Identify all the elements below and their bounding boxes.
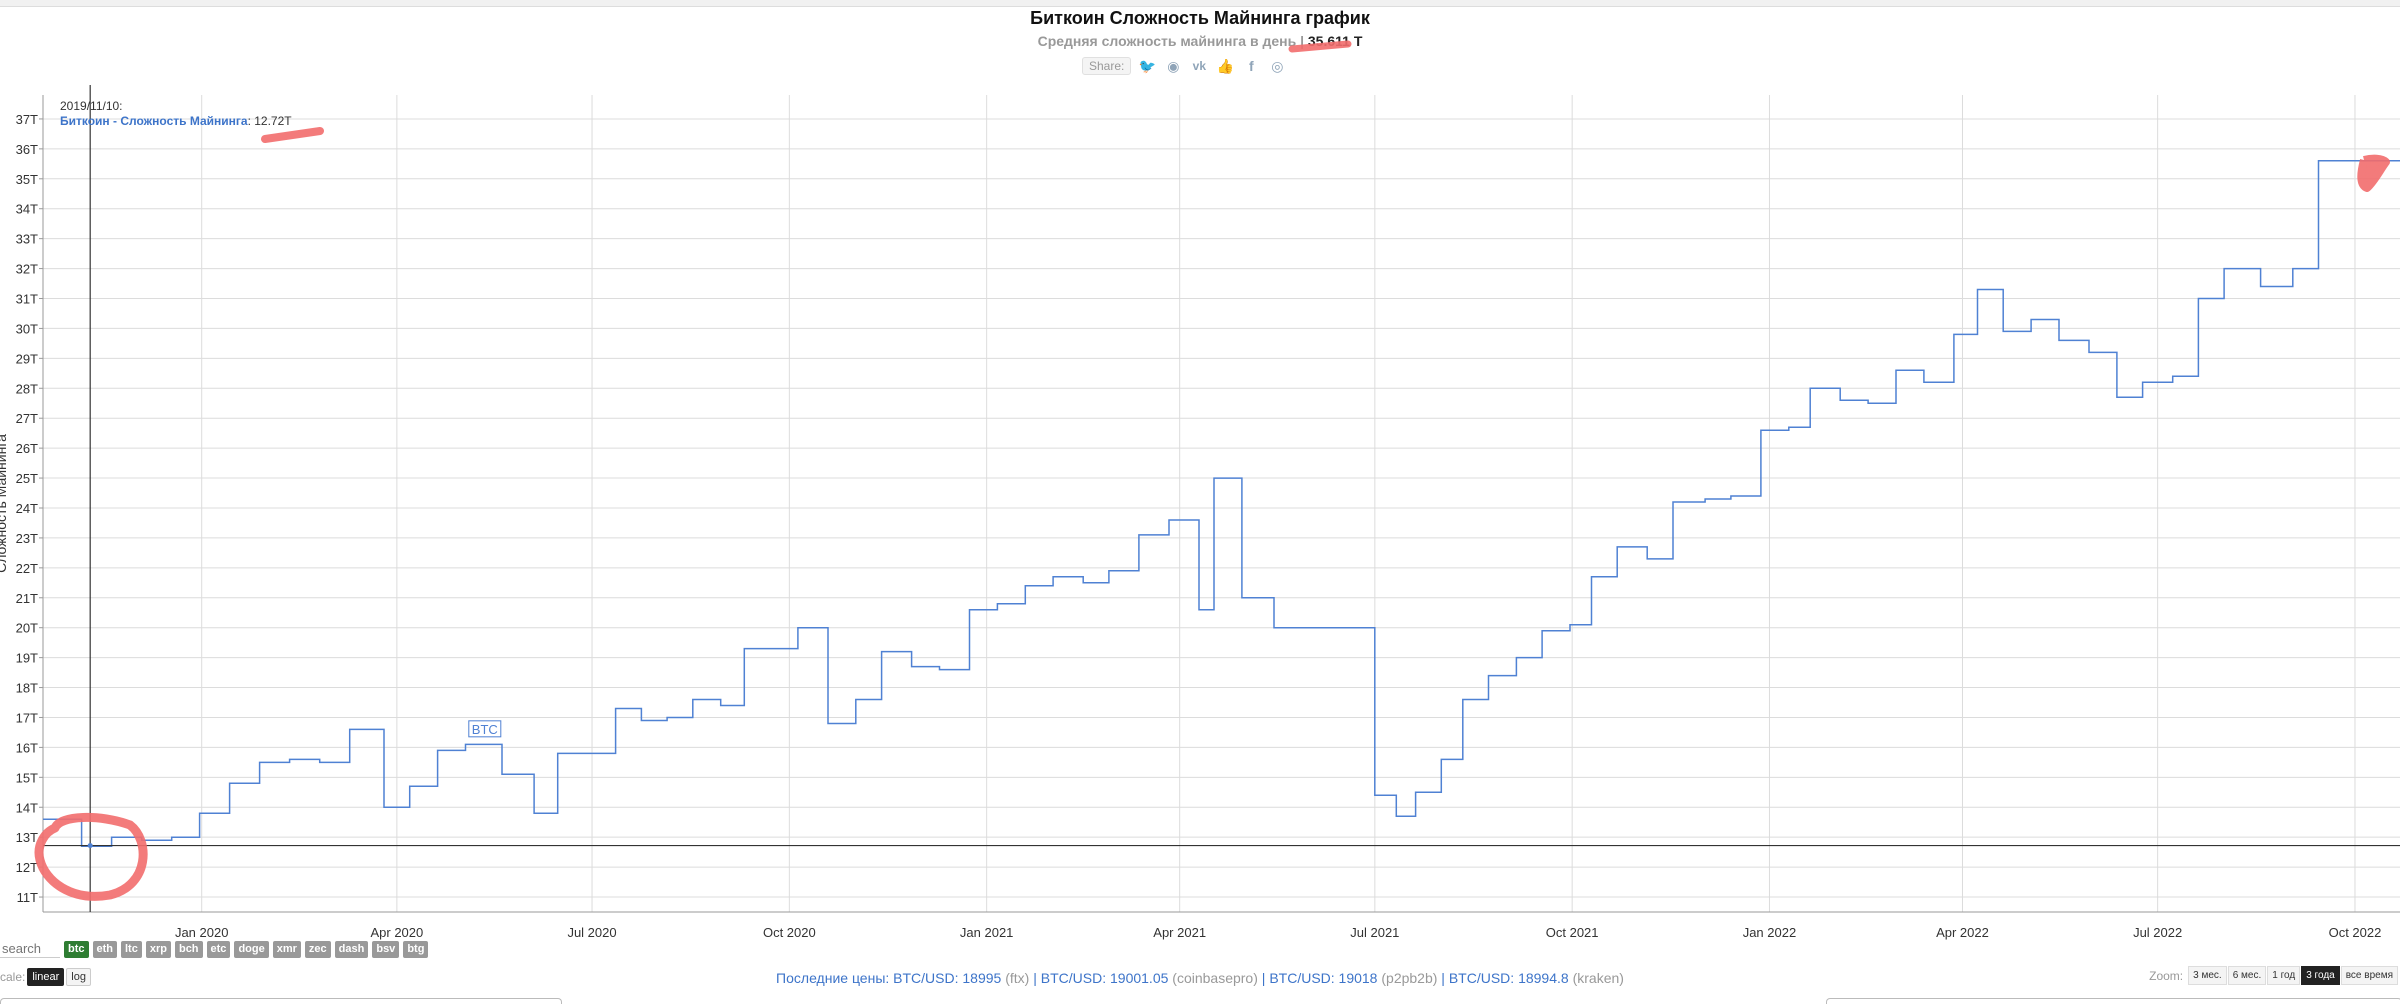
x-tick-label: Apr 2020 bbox=[370, 925, 423, 940]
price-exchange: (ftx) bbox=[1005, 970, 1030, 986]
x-tick-label: Jul 2022 bbox=[2133, 925, 2182, 940]
zoom-label: Zoom: bbox=[2149, 968, 2184, 983]
y-tick-label: 20T bbox=[16, 621, 38, 636]
y-tick-label: 24T bbox=[16, 501, 38, 516]
panel-edge-right bbox=[1826, 998, 2400, 1004]
price-value[interactable]: BTC/USD: 18995 bbox=[893, 970, 1005, 986]
zoom-button[interactable]: 1 год bbox=[2267, 966, 2301, 985]
y-tick-label: 29T bbox=[16, 351, 38, 366]
prices-label: Последние цены: bbox=[776, 970, 894, 986]
zoom-button[interactable]: 3 года bbox=[2301, 966, 2340, 985]
y-tick-label: 25T bbox=[16, 471, 38, 486]
coin-button-xmr[interactable]: xmr bbox=[272, 940, 301, 958]
price-separator: | bbox=[1257, 970, 1270, 986]
y-tick-label: 14T bbox=[16, 800, 38, 815]
panel-edge-left bbox=[0, 998, 562, 1004]
coin-button-etc[interactable]: etc bbox=[206, 940, 231, 958]
x-tick-label: Jul 2021 bbox=[1350, 925, 1399, 940]
y-tick-label: 35T bbox=[16, 172, 38, 187]
x-tick-label: Jan 2022 bbox=[1743, 925, 1797, 940]
btc-flag[interactable]: BTC bbox=[468, 720, 502, 738]
x-tick-label: Oct 2021 bbox=[1546, 925, 1599, 940]
price-value[interactable]: BTC/USD: 19001.05 bbox=[1041, 970, 1173, 986]
zoom-button[interactable]: 6 мес. bbox=[2227, 966, 2267, 985]
tooltip-date: 2019/11/10: bbox=[60, 99, 123, 113]
y-tick-label: 13T bbox=[16, 830, 38, 845]
y-tick-label: 12T bbox=[16, 860, 38, 875]
x-axis: Jan 2020 Apr 2020 Jul 2020 Oct 2020 Jan 2021… bbox=[43, 911, 2400, 940]
price-exchange: (kraken) bbox=[1572, 970, 1624, 986]
y-tick-label: 11T bbox=[17, 890, 38, 905]
y-tick-label: 23T bbox=[16, 531, 38, 546]
tooltip-separator: : bbox=[248, 114, 255, 128]
btc-flag-label: BTC bbox=[472, 722, 498, 737]
y-tick-label: 34T bbox=[16, 202, 38, 217]
tooltip-value-line: Биткоин - Сложность Майнинга: 12.72T bbox=[60, 114, 292, 128]
y-tick-label: 33T bbox=[16, 232, 38, 247]
y-axis: 11T 12T 13T 14T 15T 16T 17T 18T 19T 20T 21T 22T 23T 2… bbox=[16, 95, 44, 912]
tooltip-value: 12.72T bbox=[254, 114, 292, 128]
y-tick-label: 17T bbox=[16, 710, 38, 725]
coin-button-btc[interactable]: btc bbox=[64, 940, 89, 958]
tooltip-series-name: Биткоин - Сложность Майнинга bbox=[60, 114, 248, 128]
y-tick-label: 22T bbox=[16, 561, 38, 576]
x-tick-label: Apr 2022 bbox=[1936, 925, 1989, 940]
y-tick-label: 28T bbox=[16, 381, 38, 396]
y-tick-label: 27T bbox=[16, 411, 38, 426]
y-tick-label: 15T bbox=[16, 770, 38, 785]
coin-selector: btcethltcxrpbchetcdogexmrzecdashbsvbtg bbox=[0, 940, 429, 958]
coin-button-dash[interactable]: dash bbox=[334, 940, 369, 958]
y-tick-label: 18T bbox=[16, 681, 38, 696]
coin-button-zec[interactable]: zec bbox=[304, 940, 331, 958]
x-tick-label: Apr 2021 bbox=[1153, 925, 1206, 940]
coin-button-ltc[interactable]: ltc bbox=[121, 940, 142, 958]
x-tick-label: Oct 2020 bbox=[763, 925, 816, 940]
coin-button-xrp[interactable]: xrp bbox=[145, 940, 171, 958]
coin-search-input[interactable] bbox=[0, 940, 60, 958]
y-tick-label: 36T bbox=[16, 142, 38, 157]
y-tick-label: 21T bbox=[16, 591, 38, 606]
price-separator: | bbox=[1029, 970, 1041, 986]
x-tick-label: Oct 2022 bbox=[2329, 925, 2382, 940]
y-tick-label: 32T bbox=[16, 262, 38, 277]
coin-button-eth[interactable]: eth bbox=[92, 940, 117, 958]
latest-prices: Последние цены: BTC/USD: 18995 (ftx) | B… bbox=[0, 970, 2400, 986]
coin-button-bsv[interactable]: bsv bbox=[372, 940, 400, 958]
y-tick-label: 31T bbox=[16, 292, 38, 307]
zoom-button[interactable]: все время bbox=[2340, 966, 2398, 985]
y-tick-label: 30T bbox=[16, 321, 38, 336]
difficulty-chart[interactable]: 11T 12T 13T 14T 15T 16T 17T 18T 19T 20T 21T 22T 23T 2… bbox=[0, 0, 2400, 940]
x-tick-label: Jan 2020 bbox=[175, 925, 229, 940]
x-tick-label: Jul 2020 bbox=[567, 925, 616, 940]
coin-button-btg[interactable]: btg bbox=[403, 940, 429, 958]
y-axis-label: Сложность Майнинга bbox=[0, 434, 9, 573]
y-tick-label: 37T bbox=[16, 112, 38, 127]
zoom-button[interactable]: 3 мес. bbox=[2188, 966, 2227, 985]
y-tick-label: 19T bbox=[16, 651, 38, 666]
zoom-selector: Zoom: 3 мес. 6 мес. 1 год 3 года все время bbox=[2149, 966, 2398, 985]
x-tick-label: Jan 2021 bbox=[960, 925, 1014, 940]
price-exchange: (coinbasepro) bbox=[1172, 970, 1258, 986]
coin-button-bch[interactable]: bch bbox=[174, 940, 203, 958]
crosshair-point bbox=[87, 843, 93, 849]
coin-button-doge[interactable]: doge bbox=[234, 940, 269, 958]
y-tick-label: 16T bbox=[16, 740, 38, 755]
annotation-underline-subtitle bbox=[1288, 40, 1352, 53]
price-exchange: (p2pb2b) bbox=[1381, 970, 1438, 986]
y-tick-label: 26T bbox=[16, 441, 38, 456]
price-separator: | bbox=[1437, 970, 1449, 986]
price-value[interactable]: BTC/USD: 19018 bbox=[1269, 970, 1381, 986]
price-value[interactable]: BTC/USD: 18994.8 bbox=[1449, 970, 1573, 986]
